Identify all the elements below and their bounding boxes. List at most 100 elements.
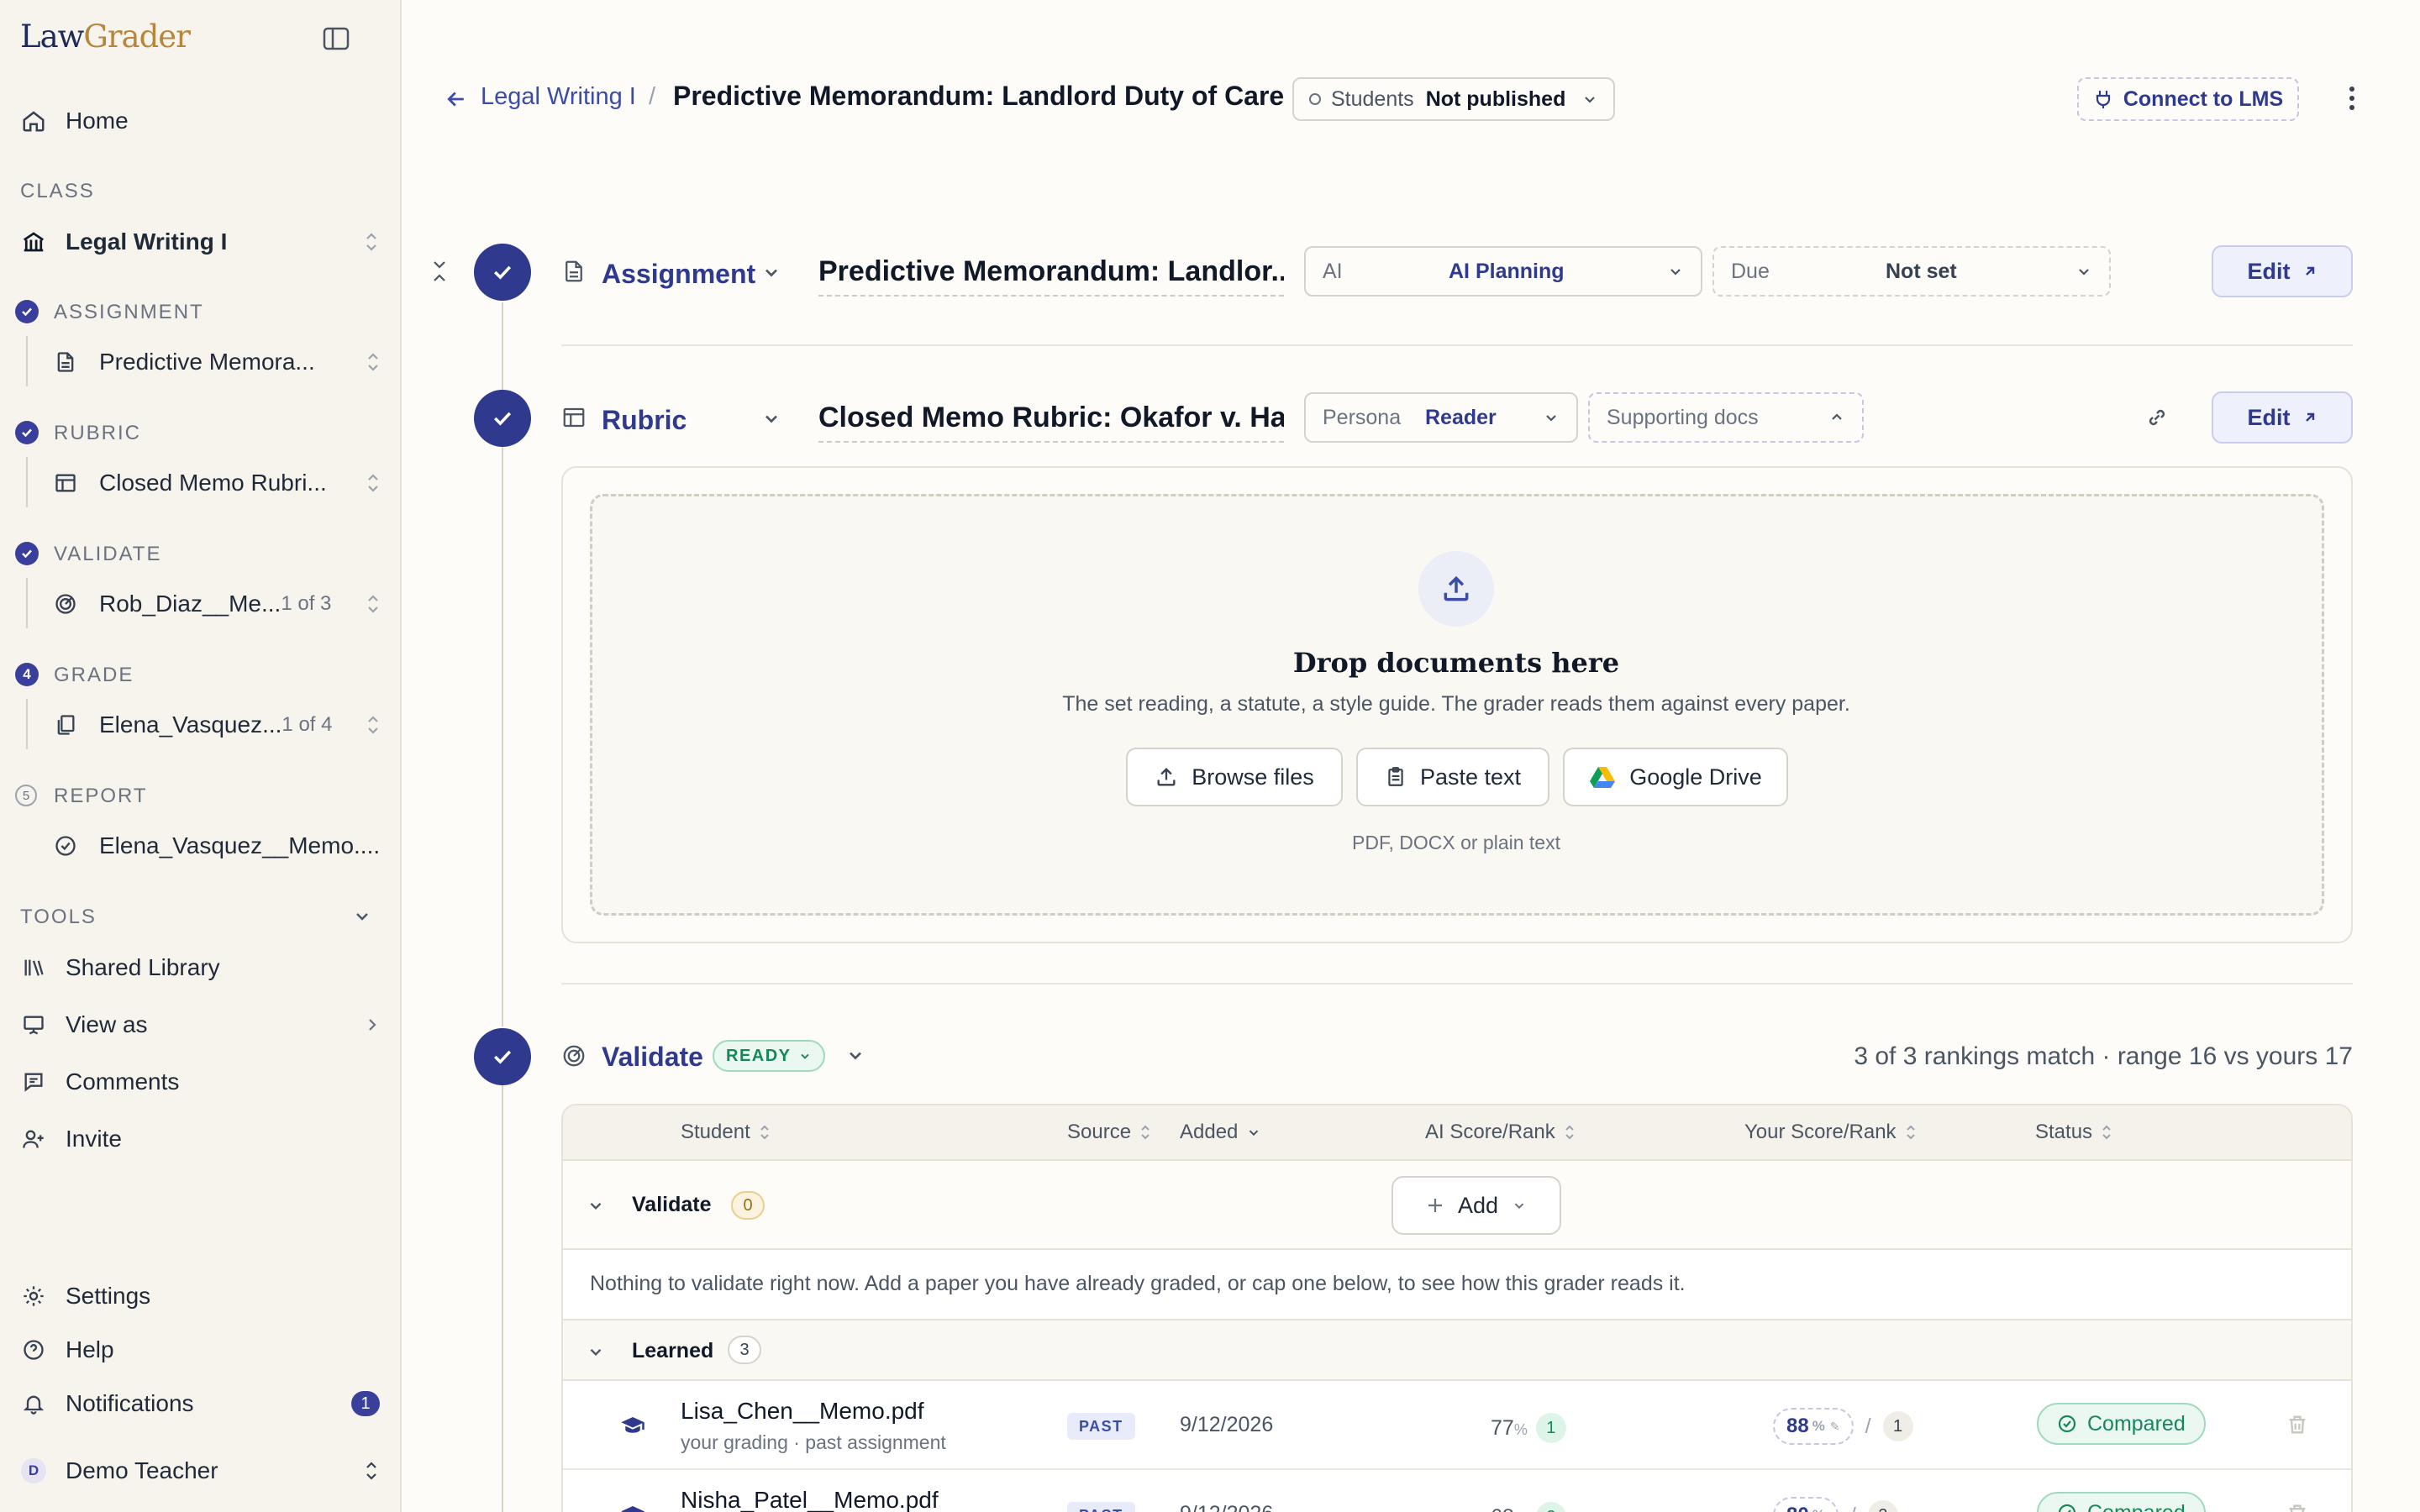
table-row[interactable]: Lisa_Chen__Memo.pdf your grading · past … bbox=[563, 1381, 2351, 1470]
grade-step-number: 4 bbox=[15, 663, 39, 686]
nav-help[interactable]: Help bbox=[20, 1330, 380, 1370]
table-row[interactable]: Nisha_Patel__Memo.pdf PAST 9/12/2026 68%… bbox=[563, 1470, 2351, 1512]
persona-select[interactable]: Persona Reader bbox=[1304, 392, 1578, 443]
link-icon[interactable] bbox=[2144, 405, 2170, 430]
class-name: Legal Writing I bbox=[66, 228, 228, 255]
table-icon bbox=[561, 405, 587, 430]
ai-score-unit: % bbox=[1513, 1420, 1528, 1438]
ai-rank: 1 bbox=[1535, 1413, 1566, 1443]
ranking-summary: 3 of 3 rankings match · range 16 vs your… bbox=[1854, 1042, 2353, 1070]
status-badge: Compared bbox=[2037, 1403, 2206, 1445]
sidebar-item-validate[interactable]: Rob_Diaz__Me... 1 of 3 bbox=[54, 584, 381, 624]
paste-text-label: Paste text bbox=[1419, 764, 1522, 790]
flow-line bbox=[502, 447, 503, 1026]
tool-invite[interactable]: Invite bbox=[20, 1119, 380, 1159]
ready-status-badge[interactable]: READY bbox=[713, 1040, 825, 1072]
learned-group-label: Learned bbox=[632, 1339, 714, 1362]
sidebar-item-report[interactable]: Elena_Vasquez__Memo.... bbox=[54, 826, 381, 866]
validate-item-count: 1 of 3 bbox=[281, 592, 332, 615]
your-rank: 2 bbox=[1867, 1500, 1898, 1512]
your-score-input[interactable]: 88% ✎ bbox=[1773, 1408, 1854, 1445]
chevron-down-icon bbox=[1581, 91, 1598, 108]
edit-rubric-button[interactable]: Edit bbox=[2212, 391, 2353, 444]
library-icon bbox=[20, 954, 47, 981]
nav-settings[interactable]: Settings bbox=[20, 1276, 380, 1316]
nav-home[interactable]: Home bbox=[20, 101, 380, 141]
validate-group-row: Validate 0 Add bbox=[563, 1161, 2351, 1250]
google-drive-button[interactable]: Google Drive bbox=[1563, 748, 1788, 806]
browse-files-button[interactable]: Browse files bbox=[1126, 748, 1343, 806]
flow-line bbox=[502, 1084, 503, 1512]
graduation-cap-icon bbox=[620, 1413, 645, 1438]
chevron-down-icon[interactable] bbox=[587, 1196, 605, 1215]
validate-section-title[interactable]: Validate bbox=[602, 1042, 703, 1073]
ai-score-cell: 68% 2 bbox=[1491, 1502, 1566, 1512]
paste-text-button[interactable]: Paste text bbox=[1356, 748, 1549, 806]
your-score-cell: 88% ✎ / 1 bbox=[1773, 1408, 1913, 1445]
tool-view-as[interactable]: View as bbox=[20, 1005, 380, 1045]
trash-icon[interactable] bbox=[2286, 1502, 2309, 1512]
column-your-score[interactable]: Your Score/Rank bbox=[1744, 1121, 1917, 1144]
institution-icon bbox=[20, 228, 47, 255]
due-date-select[interactable]: Due Not set bbox=[1712, 246, 2111, 297]
chevron-down-icon[interactable] bbox=[587, 1342, 605, 1361]
ai-score-value: 77 bbox=[1491, 1415, 1514, 1440]
sidebar-toggle-icon[interactable] bbox=[323, 27, 350, 50]
trash-icon[interactable] bbox=[2286, 1413, 2309, 1436]
column-student[interactable]: Student bbox=[681, 1121, 771, 1144]
grade-item-label: Elena_Vasquez... bbox=[99, 711, 282, 738]
report-step-number: 5 bbox=[15, 785, 37, 806]
breadcrumb-parent[interactable]: Legal Writing I bbox=[481, 83, 636, 111]
chevron-updown-icon bbox=[363, 230, 380, 254]
learned-group-count: 3 bbox=[728, 1336, 761, 1364]
chevron-down-icon[interactable] bbox=[845, 1045, 865, 1065]
tree-line bbox=[26, 578, 28, 628]
copy-document-icon bbox=[54, 713, 81, 737]
back-arrow-icon[interactable] bbox=[444, 87, 469, 112]
column-ai-score[interactable]: AI Score/Rank bbox=[1425, 1121, 1576, 1144]
add-paper-button[interactable]: Add bbox=[1392, 1176, 1561, 1235]
table-icon bbox=[54, 471, 81, 495]
chevron-down-icon[interactable] bbox=[761, 262, 781, 282]
tool-comments[interactable]: Comments bbox=[20, 1062, 380, 1102]
source-badge: PAST bbox=[1067, 1413, 1135, 1440]
due-value: Not set bbox=[1886, 259, 1957, 283]
tree-line bbox=[26, 699, 28, 749]
ai-planning-select[interactable]: AI AI Planning bbox=[1304, 246, 1702, 297]
more-options-icon[interactable] bbox=[2341, 84, 2363, 113]
your-score-input[interactable]: 80% bbox=[1773, 1497, 1839, 1512]
ai-label: AI bbox=[1323, 259, 1343, 283]
sidebar-item-rubric[interactable]: Closed Memo Rubri... bbox=[54, 463, 381, 503]
nav-notifications[interactable]: Notifications 1 bbox=[20, 1383, 380, 1424]
assignment-title-field[interactable]: Predictive Memorandum: Landlor... bbox=[818, 255, 1284, 297]
tool-shared-library[interactable]: Shared Library bbox=[20, 948, 380, 988]
rubric-title-field[interactable]: Closed Memo Rubric: Okafor v. Ha... bbox=[818, 402, 1284, 443]
edit-assignment-button[interactable]: Edit bbox=[2212, 245, 2353, 297]
tool-label: Comments bbox=[66, 1068, 180, 1095]
user-menu[interactable]: D Demo Teacher bbox=[20, 1451, 380, 1491]
app-logo[interactable]: LawGrader bbox=[20, 18, 191, 55]
class-selector[interactable]: Legal Writing I bbox=[20, 222, 380, 262]
chevron-down-icon[interactable] bbox=[761, 408, 781, 428]
chevron-down-icon bbox=[798, 1049, 812, 1063]
notifications-badge: 1 bbox=[351, 1391, 380, 1416]
column-added[interactable]: Added bbox=[1180, 1121, 1261, 1144]
check-circle-icon bbox=[54, 834, 81, 858]
column-status[interactable]: Status bbox=[2035, 1121, 2112, 1144]
chevron-down-icon[interactable] bbox=[353, 907, 371, 926]
due-label: Due bbox=[1731, 259, 1770, 283]
rubric-section-title[interactable]: Rubric bbox=[602, 405, 687, 436]
row-filename[interactable]: Lisa_Chen__Memo.pdf bbox=[681, 1398, 924, 1425]
row-filename[interactable]: Nisha_Patel__Memo.pdf bbox=[681, 1487, 939, 1512]
sidebar: LawGrader Home CLASS Legal Writing I ASS… bbox=[0, 0, 402, 1512]
sidebar-item-grade[interactable]: Elena_Vasquez... 1 of 4 bbox=[54, 705, 381, 745]
students-publish-dropdown[interactable]: Students Not published bbox=[1292, 77, 1615, 121]
collapse-all-icon[interactable] bbox=[429, 259, 450, 284]
arrow-up-right-icon bbox=[2302, 264, 2317, 279]
assignment-section-title[interactable]: Assignment bbox=[602, 259, 755, 290]
connect-lms-button[interactable]: Connect to LMS bbox=[2077, 77, 2299, 121]
supporting-docs-toggle[interactable]: Supporting docs bbox=[1588, 392, 1864, 443]
target-icon bbox=[561, 1043, 587, 1068]
column-source[interactable]: Source bbox=[1067, 1121, 1151, 1144]
sidebar-item-assignment[interactable]: Predictive Memora... bbox=[54, 342, 381, 382]
